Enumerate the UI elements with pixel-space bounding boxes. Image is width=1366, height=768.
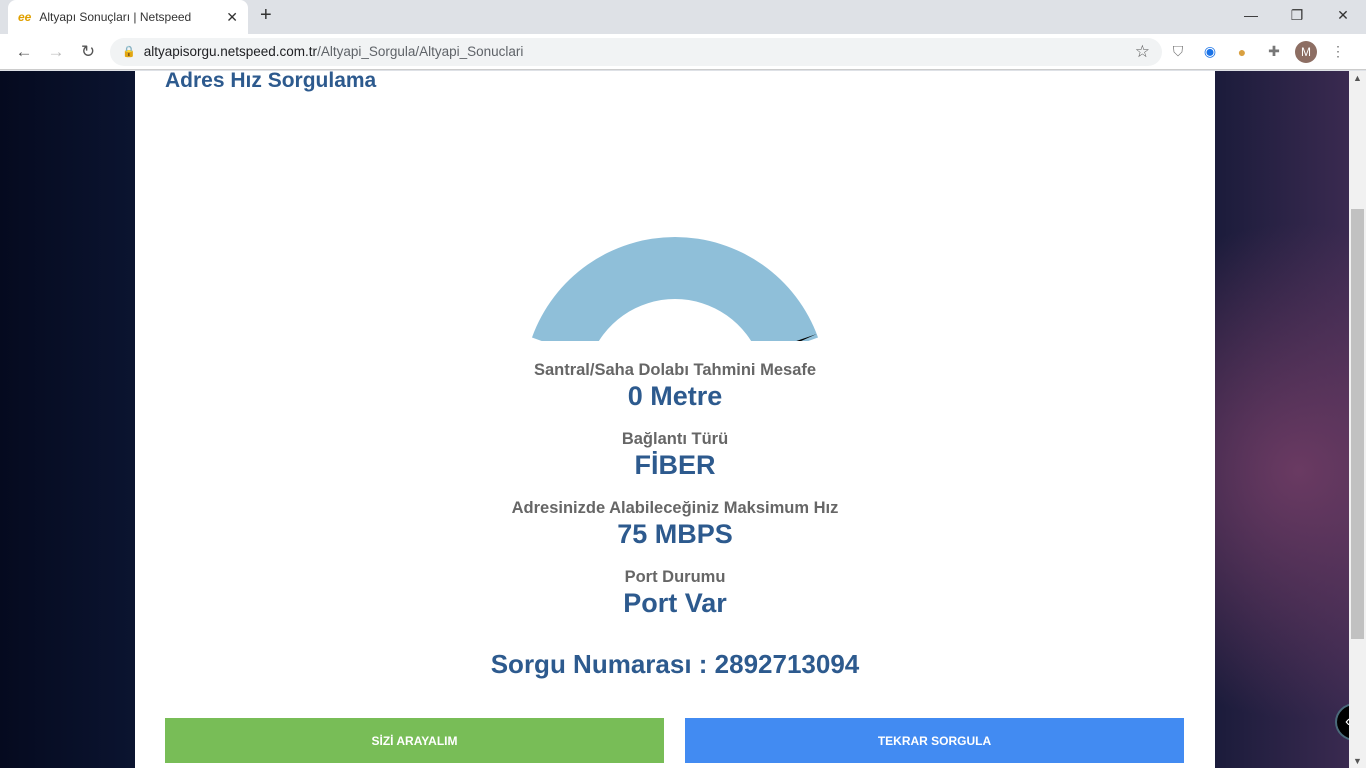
menu-kebab-icon[interactable]: ⋮ bbox=[1322, 43, 1354, 60]
distance-value: 0 Metre bbox=[627, 381, 723, 411]
side-panel-toggle[interactable]: ‹ bbox=[1335, 703, 1349, 741]
restore-button[interactable]: ❐ bbox=[1274, 0, 1320, 30]
gauge-arc bbox=[531, 237, 819, 341]
call-me-button[interactable]: SİZİ ARAYALIM bbox=[165, 718, 664, 763]
scrollbar-thumb[interactable] bbox=[1351, 209, 1364, 639]
close-window-button[interactable]: ✕ bbox=[1320, 0, 1366, 30]
page-background: Adres Hız Sorgulama Santral/Saha Dolabı … bbox=[0, 71, 1349, 768]
requery-button[interactable]: TEKRAR SORGULA bbox=[685, 718, 1184, 763]
lock-icon: 🔒 bbox=[122, 46, 136, 58]
translate-extension-icon[interactable]: ◉ bbox=[1194, 43, 1226, 60]
results-card: Adres Hız Sorgulama Santral/Saha Dolabı … bbox=[135, 71, 1215, 768]
address-bar[interactable]: 🔒 altyapisorgu.netspeed.com.tr/Altyapi_S… bbox=[110, 37, 1162, 66]
cookie-extension-icon[interactable]: ● bbox=[1226, 44, 1258, 60]
browser-toolbar: ← → ↻ 🔒 altyapisorgu.netspeed.com.tr/Alt… bbox=[0, 34, 1366, 70]
tab-title: Altyapı Sonuçları | Netspeed bbox=[39, 10, 192, 24]
distance-label: Santral/Saha Dolabı Tahmini Mesafe bbox=[533, 361, 817, 379]
forward-button[interactable]: → bbox=[40, 42, 72, 62]
connection-type-value: FİBER bbox=[634, 450, 716, 480]
new-tab-button[interactable]: + bbox=[260, 4, 272, 27]
max-speed-label: Adresinizde Alabileceğiniz Maksimum Hız bbox=[511, 499, 839, 517]
max-speed-value: 75 MBPS bbox=[617, 519, 733, 549]
tab-active[interactable]: ee Altyapı Sonuçları | Netspeed ✕ bbox=[8, 0, 248, 34]
tab-strip: ee Altyapı Sonuçları | Netspeed ✕ + — ❐ … bbox=[0, 0, 1366, 34]
extensions-puzzle-icon[interactable]: ✚ bbox=[1258, 43, 1290, 60]
speed-gauge bbox=[531, 237, 819, 341]
shield-extension-icon[interactable]: ⛉ bbox=[1162, 43, 1194, 60]
scroll-down-icon[interactable]: ▼ bbox=[1353, 756, 1362, 766]
profile-avatar[interactable]: M bbox=[1290, 40, 1322, 63]
scroll-up-icon[interactable]: ▲ bbox=[1353, 73, 1362, 83]
netspeed-favicon-icon: ee bbox=[18, 10, 32, 24]
bookmark-star-icon[interactable]: ☆ bbox=[1135, 42, 1150, 62]
scrollbar[interactable]: ▲ ▼ bbox=[1349, 71, 1366, 768]
back-button[interactable]: ← bbox=[8, 42, 40, 62]
port-status-value: Port Var bbox=[623, 588, 727, 618]
connection-type-label: Bağlantı Türü bbox=[621, 430, 729, 448]
port-status-label: Port Durumu bbox=[624, 568, 726, 586]
close-tab-icon[interactable]: ✕ bbox=[226, 9, 238, 26]
url-host: altyapisorgu.netspeed.com.tr bbox=[143, 44, 318, 59]
query-number: Sorgu Numarası : 2892713094 bbox=[490, 649, 860, 679]
url-path: /Altyapi_Sorgula/Altyapi_Sonuclari bbox=[317, 44, 524, 59]
minimize-button[interactable]: — bbox=[1228, 0, 1274, 30]
reload-button[interactable]: ↻ bbox=[72, 42, 104, 62]
